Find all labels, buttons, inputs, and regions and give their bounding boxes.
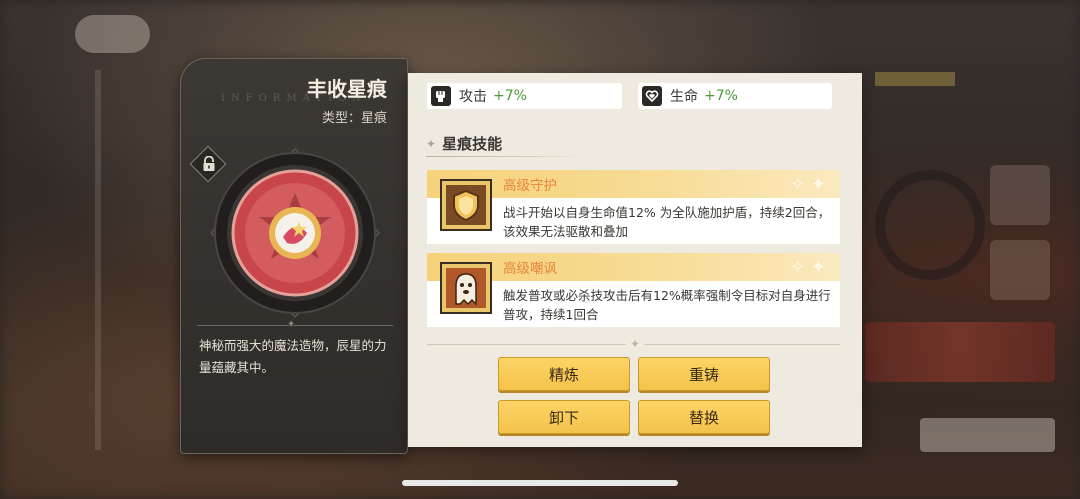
divider-sparkle-icon: ✦ — [626, 337, 645, 351]
item-title: 丰收星痕 — [307, 77, 387, 101]
skills-section-title-text: 星痕技能 — [442, 135, 503, 153]
skill-name: 高级嘲讽 — [503, 261, 557, 277]
background-back-button — [75, 15, 150, 53]
background-gold-bar — [875, 72, 955, 86]
background-cards — [865, 322, 1055, 382]
skill-card: ✧ ✦ 高级嘲讽 触发普攻或必杀技攻击后有12%概率强制令目标对自身进行普攻，持… — [427, 253, 840, 327]
replace-button[interactable]: 替换 — [638, 400, 770, 434]
skill-description: 触发普攻或必杀技攻击后有12%概率强制令目标对自身进行普攻，持续1回合 — [503, 288, 831, 322]
star-ornament-icon: ✧ ✦ — [790, 174, 826, 195]
stat-hp-label: 生命 — [670, 89, 698, 105]
background-button — [920, 418, 1055, 452]
stat-hp-value: +7% — [704, 88, 738, 104]
background-slot-1 — [990, 165, 1050, 225]
refine-button[interactable]: 精炼 — [498, 357, 630, 391]
stat-hp: 生命 +7% — [638, 83, 832, 109]
item-info-card: INFORMATION 丰收星痕 类型：星痕 ✦ 神秘而强大的魔法造物，辰星的力… — [180, 58, 408, 454]
shield-skill-icon — [440, 179, 492, 231]
background-ring — [875, 170, 985, 280]
stat-attack: 攻击 +7% — [427, 83, 622, 109]
background-sidebar — [95, 70, 101, 450]
home-indicator[interactable] — [402, 480, 678, 486]
fist-icon — [431, 86, 451, 106]
ghost-skill-icon — [440, 262, 492, 314]
star-ornament-icon: ✧ ✦ — [790, 257, 826, 278]
skill-card: ✧ ✦ 高级守护 战斗开始以自身生命值12% 为全队施加护盾，持续2回合，该效果… — [427, 170, 840, 244]
stat-attack-label: 攻击 — [459, 89, 487, 105]
skill-name: 高级守护 — [503, 178, 557, 194]
star-mark-emblem — [209, 147, 381, 319]
item-type: 类型：星痕 — [321, 111, 387, 126]
skills-section-title: ✦ 星痕技能 — [426, 133, 502, 154]
background-slot-2 — [990, 240, 1050, 300]
heart-icon — [642, 86, 662, 106]
sparkle-icon: ✦ — [426, 136, 437, 151]
stat-attack-value: +7% — [493, 88, 527, 104]
item-detail-panel: 攻击 +7% 生命 +7% ✦ 星痕技能 ✧ ✦ 高级守护 战斗开始以自身生命值… — [408, 73, 862, 447]
recast-button[interactable]: 重铸 — [638, 357, 770, 391]
item-description: 神秘而强大的魔法造物，辰星的力量蕴藏其中。 — [199, 338, 387, 375]
skill-description: 战斗开始以自身生命值12% 为全队施加护盾，持续2回合，该效果无法驱散和叠加 — [503, 205, 831, 239]
unequip-button[interactable]: 卸下 — [498, 400, 630, 434]
divider-sparkle-icon: ✦ — [287, 319, 296, 330]
section-underline — [426, 156, 581, 157]
